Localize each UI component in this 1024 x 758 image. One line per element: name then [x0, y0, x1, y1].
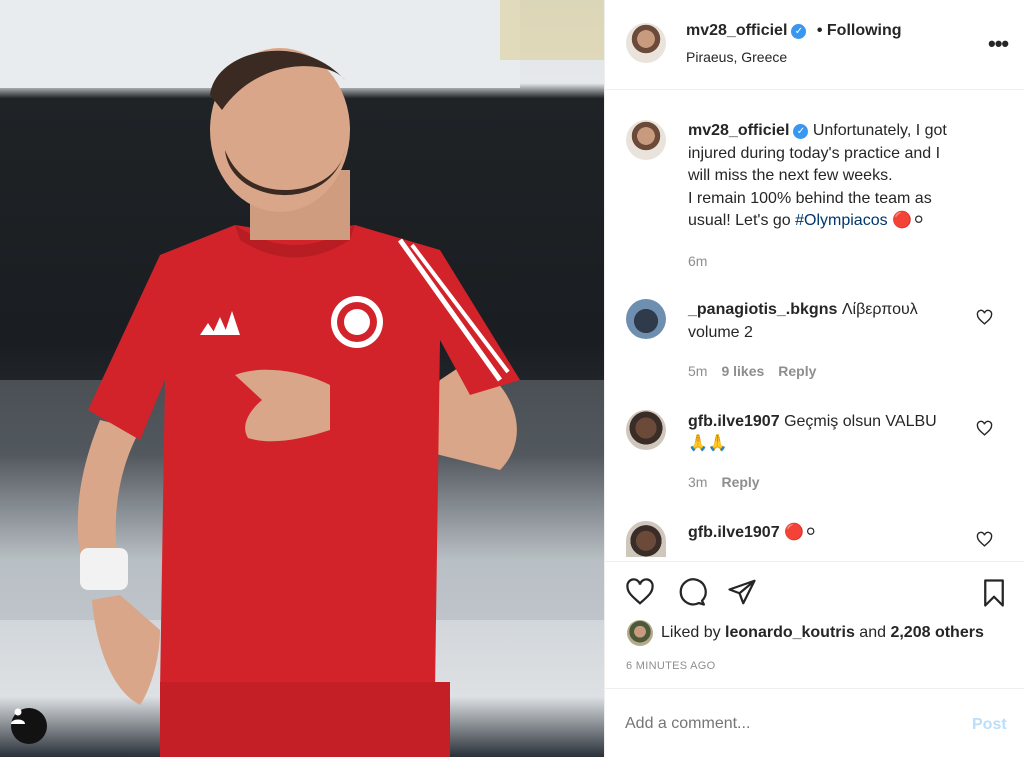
comment-like-heart-icon[interactable] [976, 309, 993, 326]
comment-line-1: _panagiotis_.bkgns Λίβερπουλ [688, 299, 918, 322]
commenter-avatar[interactable] [626, 521, 666, 557]
author-username[interactable]: mv28_officiel [686, 22, 787, 39]
likes-count-link[interactable]: 2,208 others [890, 624, 983, 641]
caption-emoji: 🔴⚪ [892, 212, 926, 229]
comment-line-1: gfb.ilve1907 🔴⚪ [688, 522, 817, 545]
author-avatar[interactable] [626, 23, 666, 63]
comment-meta: 5m 9 likes Reply [688, 363, 816, 379]
comment-meta: 3m Reply [688, 474, 760, 490]
post-side-panel: mv28_officiel ✓ • Following Piraeus, Gree… [604, 0, 1024, 757]
user-tag-button[interactable] [11, 708, 47, 744]
more-options-icon[interactable]: ••• [988, 31, 1009, 57]
commenter-avatar[interactable] [626, 410, 666, 450]
comment-text: Λίβερπουλ [841, 301, 918, 318]
caption-username[interactable]: mv28_officiel [688, 122, 789, 139]
caption-text-1: Unfortunately, I got [812, 122, 947, 139]
comment-text: Geçmiş olsun VALBU [784, 413, 937, 430]
comment-text-2: 🙏🙏 [688, 435, 728, 452]
save-bookmark-icon[interactable] [979, 577, 1009, 609]
caption-text-2: injured during today's practice and I [688, 145, 941, 162]
liker-avatar[interactable] [627, 620, 653, 646]
caption-verified-icon: ✓ [793, 124, 809, 139]
author-line: mv28_officiel ✓ • Following [686, 22, 902, 40]
post-timestamp[interactable]: 6 MINUTES AGO [626, 660, 715, 672]
comment-username[interactable]: gfb.ilve1907 [688, 524, 780, 541]
caption-text-4: I remain 100% behind the team as [688, 190, 932, 207]
comment-text: 🔴⚪ [784, 524, 818, 541]
comment-time: 3m [688, 474, 708, 490]
caption-text-3: will miss the next few weeks. [688, 167, 893, 184]
comment-username[interactable]: gfb.ilve1907 [688, 413, 780, 430]
caption-line-5: usual! Let's go #Olympiacos 🔴⚪ [688, 210, 925, 233]
liked-by-line: Liked by leonardo_koutris and 2,208 othe… [661, 624, 984, 642]
like-heart-icon[interactable] [624, 577, 656, 607]
action-bar [605, 561, 1024, 607]
liked-by-and: and [854, 624, 891, 641]
liked-by-prefix: Liked by [661, 624, 726, 641]
comment-input[interactable] [625, 709, 945, 739]
player-illustration [0, 0, 604, 757]
caption-avatar[interactable] [626, 120, 666, 160]
caption-text-5: usual! Let's go [688, 212, 796, 229]
post-location[interactable]: Piraeus, Greece [686, 49, 787, 65]
liker-username-link[interactable]: leonardo_koutris [725, 624, 855, 641]
commenter-avatar[interactable] [626, 299, 666, 339]
person-icon [11, 708, 25, 724]
post-comment-button[interactable]: Post [972, 716, 1007, 734]
comment-time: 5m [688, 363, 708, 379]
comment-text-2: volume 2 [688, 324, 753, 341]
reply-button[interactable]: Reply [778, 363, 816, 379]
caption-line-1: mv28_officiel ✓ Unfortunately, I got [688, 120, 947, 143]
comment-username[interactable]: _panagiotis_.bkgns [688, 301, 837, 318]
comment-bubble-icon[interactable] [676, 577, 708, 607]
add-comment-bar: Post [605, 688, 1024, 758]
post-photo[interactable] [0, 0, 604, 757]
share-paper-plane-icon[interactable] [726, 577, 758, 607]
comment-like-heart-icon[interactable] [976, 531, 993, 548]
hashtag-link[interactable]: #Olympiacos [795, 212, 887, 229]
reply-button[interactable]: Reply [721, 474, 759, 490]
caption-time: 6m [688, 253, 708, 269]
follow-status-button[interactable]: • Following [817, 22, 902, 39]
verified-badge-icon: ✓ [791, 24, 807, 39]
comment-like-heart-icon[interactable] [976, 420, 993, 437]
post-header: mv28_officiel ✓ • Following Piraeus, Gree… [605, 0, 1024, 90]
comment-line-1: gfb.ilve1907 Geçmiş olsun VALBU [688, 411, 937, 434]
comment-likes-link[interactable]: 9 likes [721, 363, 764, 379]
